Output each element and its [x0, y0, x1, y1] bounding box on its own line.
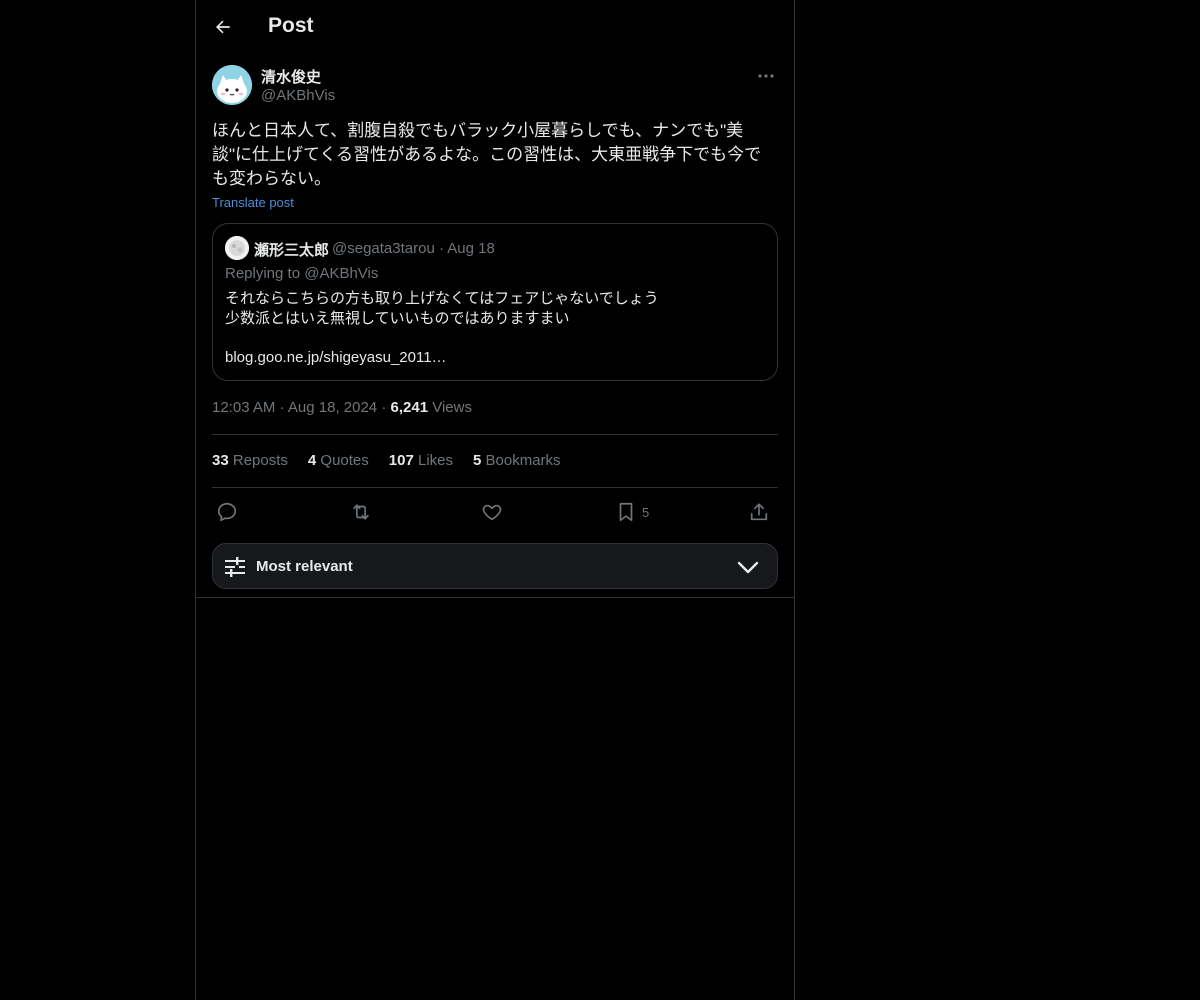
- post-date[interactable]: Aug 18, 2024: [288, 399, 377, 416]
- reposts-label: Reposts: [232, 452, 288, 469]
- author-handle[interactable]: @AKBhVis: [261, 87, 335, 104]
- divider: [212, 487, 778, 488]
- share-icon: [750, 503, 768, 521]
- quoted-replying-to: Replying to @AKBhVis: [225, 265, 379, 282]
- likes-stat[interactable]: 107 Likes: [389, 452, 453, 469]
- quotes-label: Quotes: [320, 452, 369, 469]
- quoted-text: それならこちらの方も取り上げなくてはフェアじゃないでしょう 少数派とはいえ無視し…: [225, 290, 659, 327]
- page-header: Post: [196, 0, 794, 55]
- repost-icon: [353, 504, 369, 520]
- sort-label: Most relevant: [256, 558, 353, 575]
- page-title: Post: [268, 14, 314, 37]
- repost-button[interactable]: [349, 498, 373, 526]
- quotes-stat[interactable]: 4 Quotes: [308, 452, 369, 469]
- post-timestamp: 12:03 AM · Aug 18, 2024 · 6,241 Views: [212, 399, 472, 416]
- bookmarks-label: Bookmarks: [485, 452, 561, 469]
- chevron-down-icon: [737, 561, 759, 574]
- bookmarks-stat[interactable]: 5 Bookmarks: [473, 452, 561, 469]
- reply-icon: [217, 502, 237, 522]
- share-button[interactable]: [748, 498, 770, 526]
- translate-post-link[interactable]: Translate post: [212, 195, 294, 210]
- quotes-count: 4: [307, 452, 317, 469]
- bookmark-icon: [619, 502, 633, 522]
- likes-count: 107: [388, 452, 414, 469]
- arrow-left-icon: [216, 20, 230, 34]
- primary-column: Post 清水俊史 @AKBhVis ほんと日本人て、割腹自殺でもバラック小屋暮…: [195, 0, 795, 1000]
- quoted-avatar: [225, 236, 249, 260]
- separator-dot: ·: [279, 399, 288, 416]
- likes-label: Likes: [417, 452, 454, 469]
- heart-icon: [482, 504, 502, 521]
- like-button[interactable]: [481, 498, 503, 526]
- post-text: ほんと日本人て、割腹自殺でもバラック小屋暮らしでも、ナンでも"美談"に仕上げてく…: [212, 121, 762, 188]
- reply-sort-dropdown[interactable]: Most relevant: [212, 543, 778, 589]
- views-count: 6,241: [390, 399, 429, 416]
- divider: [196, 597, 794, 598]
- more-dots-icon: [758, 74, 774, 78]
- quoted-avatar-image: [225, 236, 249, 260]
- bookmark-button[interactable]: 5: [616, 498, 649, 526]
- separator-dot: ·: [381, 399, 391, 416]
- post-time[interactable]: 12:03 AM: [212, 399, 275, 416]
- reposts-count: 33: [212, 452, 229, 469]
- author-name[interactable]: 清水俊史: [261, 66, 321, 87]
- bookmark-count: 5: [642, 504, 650, 520]
- reposts-stat[interactable]: 33 Reposts: [212, 452, 288, 469]
- post-actions: 5: [212, 498, 778, 526]
- avatar-image: [212, 65, 252, 105]
- views-label: Views: [432, 399, 472, 416]
- avatar[interactable]: [212, 65, 252, 105]
- bookmarks-count: 5: [473, 452, 482, 469]
- quoted-author-name: 瀬形三太郎: [254, 242, 330, 259]
- quoted-post[interactable]: 瀬形三太郎 @segata3tarou · Aug 18 Replying to…: [212, 223, 778, 381]
- back-button[interactable]: [208, 10, 238, 44]
- reply-button[interactable]: [216, 498, 238, 526]
- more-options-button[interactable]: [754, 66, 778, 86]
- quoted-author-meta: @segata3tarou · Aug 18: [332, 240, 495, 257]
- post-author: 清水俊史 @AKBhVis: [212, 64, 778, 108]
- post-stats: 33 Reposts 4 Quotes 107 Likes 5 Bookmark…: [212, 452, 561, 469]
- quoted-link: blog.goo.ne.jp/shigeyasu_2011…: [225, 349, 447, 366]
- sliders-icon: [225, 557, 245, 577]
- divider: [212, 434, 778, 435]
